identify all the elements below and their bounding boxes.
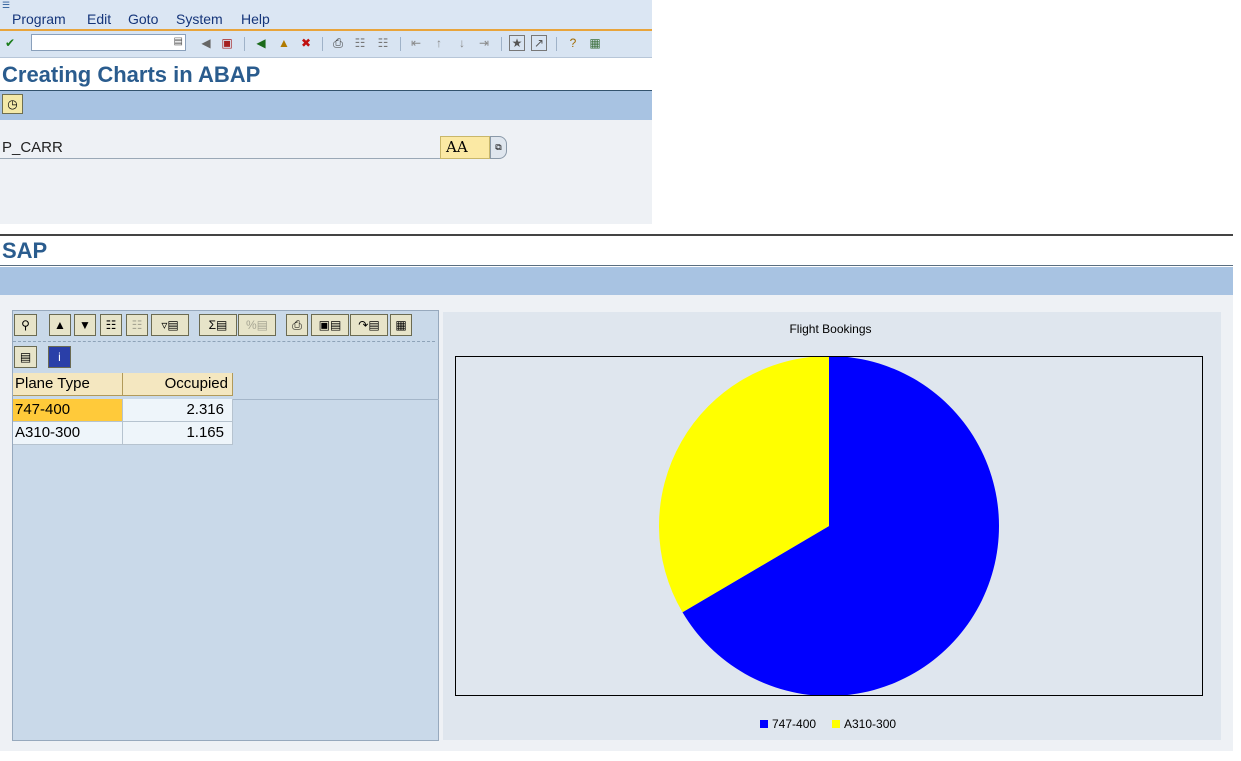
column-header-plane-type[interactable]: Plane Type xyxy=(13,373,123,396)
selection-screen-window: ☰ Program Edit Goto System Help ✔ ▤ ◀ ▣ … xyxy=(0,0,652,224)
binoculars-icon: ☷ xyxy=(105,318,117,332)
p-carr-input[interactable]: AA xyxy=(440,136,490,159)
info-icon: i xyxy=(58,350,61,364)
sort-descending-icon: ▼ xyxy=(79,318,91,332)
save-icon[interactable]: ▣ xyxy=(219,35,235,51)
enter-check-icon[interactable]: ✔ xyxy=(2,35,18,51)
toolbar-separator xyxy=(501,37,502,51)
output-title: SAP xyxy=(2,238,48,263)
standard-toolbar: ✔ ▤ ◀ ▣ ◀ ▲ ✖ ⎙ ☷ ☷ ⇤ ↑ ↓ ⇥ ★ ↗ ? ▦ xyxy=(0,31,652,58)
menu-system[interactable]: System xyxy=(176,11,223,27)
print-icon: ⎙ xyxy=(292,318,302,332)
toolbar-separator xyxy=(556,37,557,51)
toolbar-separator xyxy=(400,37,401,51)
subtotal-icon: % xyxy=(245,318,257,332)
menu-help[interactable]: Help xyxy=(241,11,270,27)
output-application-toolbar xyxy=(0,267,1233,295)
cancel-icon[interactable]: ✖ xyxy=(298,35,314,51)
table-row-1-occupied[interactable]: 2.316 xyxy=(123,399,233,422)
menu-edit[interactable]: Edit xyxy=(87,11,111,27)
details-button[interactable]: ⚲ xyxy=(14,314,37,336)
application-toolbar: ◷ xyxy=(0,91,652,120)
value-help-button[interactable]: ⧉ xyxy=(490,136,507,159)
find-icon[interactable]: ☷ xyxy=(352,35,368,51)
last-page-icon[interactable]: ⇥ xyxy=(476,35,492,51)
value-help-icon: ⧉ xyxy=(495,142,502,152)
toolbar-divider xyxy=(13,341,435,342)
menu-bar: ☰ Program Edit Goto System Help xyxy=(0,0,652,29)
magnifier-icon: ⚲ xyxy=(21,318,30,332)
info-button[interactable]: i xyxy=(48,346,71,368)
toolbar-separator xyxy=(322,37,323,51)
print-preview-button[interactable]: ⎙ xyxy=(286,314,308,336)
title-bar: Creating Charts in ABAP xyxy=(0,58,652,91)
back-icon[interactable]: ◀ xyxy=(253,35,269,51)
shortcut-icon[interactable]: ↗ xyxy=(531,35,547,51)
parameter-underline xyxy=(0,158,440,159)
legend-item-a310-300: A310-300 xyxy=(832,717,896,731)
table-row-2-occupied[interactable]: 1.165 xyxy=(123,422,233,445)
pie-chart xyxy=(659,356,999,696)
collapse-arrow-icon[interactable]: ◀ xyxy=(198,35,214,51)
legend-swatch-a310-300 xyxy=(832,720,840,728)
find-next-button[interactable]: ☷ xyxy=(126,314,148,336)
sum-icon: Σ xyxy=(208,318,217,332)
views-button[interactable]: ▣▤ xyxy=(311,314,349,336)
table-row-1-plane-type[interactable]: 747-400 xyxy=(13,399,123,422)
execute-button[interactable]: ◷ xyxy=(2,94,23,114)
legend-item-747-400: 747-400 xyxy=(760,717,816,731)
binoculars-next-icon: ☷ xyxy=(131,318,143,332)
layout-button[interactable]: ▦ xyxy=(390,314,412,336)
first-page-icon[interactable]: ⇤ xyxy=(408,35,424,51)
layout-menu-icon[interactable]: ▦ xyxy=(587,35,603,51)
command-field-dropdown-icon[interactable]: ▤ xyxy=(174,36,183,47)
help-icon[interactable]: ? xyxy=(565,35,581,51)
command-field[interactable]: ▤ xyxy=(31,34,186,51)
legend-swatch-747-400 xyxy=(760,720,768,728)
system-menu-icon[interactable]: ☰ xyxy=(2,0,10,11)
next-page-icon[interactable]: ↓ xyxy=(454,35,470,51)
table-row-2-plane-type[interactable]: A310-300 xyxy=(13,422,123,445)
chart-panel: Flight Bookings 747-400 A310-300 xyxy=(443,312,1221,740)
views-icon: ▣ xyxy=(318,318,330,332)
page-title: Creating Charts in ABAP xyxy=(2,62,261,87)
chart-legend: 747-400 A310-300 xyxy=(443,717,1218,733)
sort-descending-button[interactable]: ▼ xyxy=(74,314,96,336)
previous-page-icon[interactable]: ↑ xyxy=(431,35,447,51)
export-icon: ↷ xyxy=(358,318,369,332)
exit-icon[interactable]: ▲ xyxy=(276,35,292,51)
find-button[interactable]: ☷ xyxy=(100,314,122,336)
menu-goto[interactable]: Goto xyxy=(128,11,158,27)
filter-button[interactable]: ▿▤ xyxy=(151,314,189,336)
sort-ascending-icon: ▲ xyxy=(54,318,66,332)
dropdown-icon: ▤ xyxy=(167,318,179,332)
subtotal-button[interactable]: %▤ xyxy=(238,314,276,336)
dropdown-icon: ▤ xyxy=(216,318,228,332)
graphic-button[interactable]: ▤ xyxy=(14,346,37,368)
menu-program[interactable]: Program xyxy=(12,11,66,27)
dropdown-icon: ▤ xyxy=(256,318,268,332)
print-icon[interactable]: ⎙ xyxy=(330,35,346,51)
total-button[interactable]: Σ▤ xyxy=(199,314,237,336)
column-header-occupied[interactable]: Occupied xyxy=(123,373,233,396)
export-button[interactable]: ↷▤ xyxy=(350,314,388,336)
output-title-bar: SAP xyxy=(0,236,1233,266)
grid-layout-icon: ▦ xyxy=(395,318,407,332)
legend-label-747-400: 747-400 xyxy=(772,717,817,731)
sort-ascending-button[interactable]: ▲ xyxy=(49,314,71,336)
bar-chart-icon: ▤ xyxy=(19,350,32,364)
chart-plot-area xyxy=(455,356,1203,696)
alv-grid-panel: ⚲ ▲ ▼ ☷ ☷ ▿▤ Σ▤ %▤ ⎙ ▣▤ ↷▤ ▦ ▤ i Plane T… xyxy=(12,310,439,741)
legend-label-a310-300: A310-300 xyxy=(844,717,897,731)
clock-execute-icon: ◷ xyxy=(7,97,18,111)
new-session-icon[interactable]: ★ xyxy=(509,35,525,51)
toolbar-separator xyxy=(244,37,245,51)
chart-title: Flight Bookings xyxy=(789,322,872,336)
parameter-label: P_CARR xyxy=(2,139,63,156)
find-next-icon[interactable]: ☷ xyxy=(375,35,391,51)
dropdown-icon: ▤ xyxy=(330,318,342,332)
dropdown-icon: ▤ xyxy=(368,318,380,332)
